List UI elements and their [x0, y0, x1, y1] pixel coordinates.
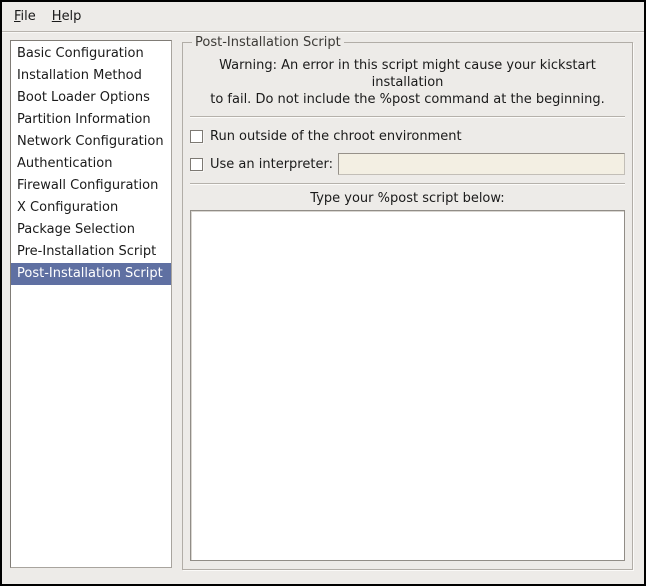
interpreter-checkbox[interactable]: [190, 158, 203, 171]
chroot-checkbox-label: Run outside of the chroot environment: [210, 129, 462, 144]
chroot-row: Run outside of the chroot environment: [190, 126, 625, 146]
menu-file[interactable]: File: [6, 6, 44, 27]
separator: [190, 183, 625, 185]
separator: [190, 116, 625, 118]
sidebar-item-pre-installation-script[interactable]: Pre-Installation Script: [11, 241, 171, 263]
sidebar-item-package-selection[interactable]: Package Selection: [11, 219, 171, 241]
menu-help[interactable]: Help: [44, 6, 90, 27]
warning-text: Warning: An error in this script might c…: [190, 57, 625, 108]
sidebar-item-partition-information[interactable]: Partition Information: [11, 109, 171, 131]
interpreter-checkbox-label: Use an interpreter:: [210, 157, 333, 172]
section-list: Basic ConfigurationInstallation MethodBo…: [10, 40, 172, 568]
interpreter-row: Use an interpreter:: [190, 153, 625, 175]
sidebar-item-post-installation-script[interactable]: Post-Installation Script: [11, 263, 171, 285]
sidebar-item-x-configuration[interactable]: X Configuration: [11, 197, 171, 219]
chroot-checkbox[interactable]: [190, 130, 203, 143]
script-label: Type your %post script below:: [190, 191, 625, 206]
sidebar-item-firewall-configuration[interactable]: Firewall Configuration: [11, 175, 171, 197]
post-installation-frame: Post-Installation Script Warning: An err…: [182, 35, 633, 570]
sidebar-item-boot-loader-options[interactable]: Boot Loader Options: [11, 87, 171, 109]
menu-bar: File Help: [2, 2, 644, 32]
frame-title: Post-Installation Script: [192, 35, 344, 50]
script-textarea[interactable]: [190, 210, 625, 561]
interpreter-input[interactable]: [338, 153, 625, 175]
kickstart-configurator-window: File Help Basic ConfigurationInstallatio…: [0, 0, 646, 586]
sidebar-item-installation-method[interactable]: Installation Method: [11, 65, 171, 87]
sidebar-item-network-configuration[interactable]: Network Configuration: [11, 131, 171, 153]
sidebar-item-authentication[interactable]: Authentication: [11, 153, 171, 175]
sidebar-item-basic-configuration[interactable]: Basic Configuration: [11, 43, 171, 65]
